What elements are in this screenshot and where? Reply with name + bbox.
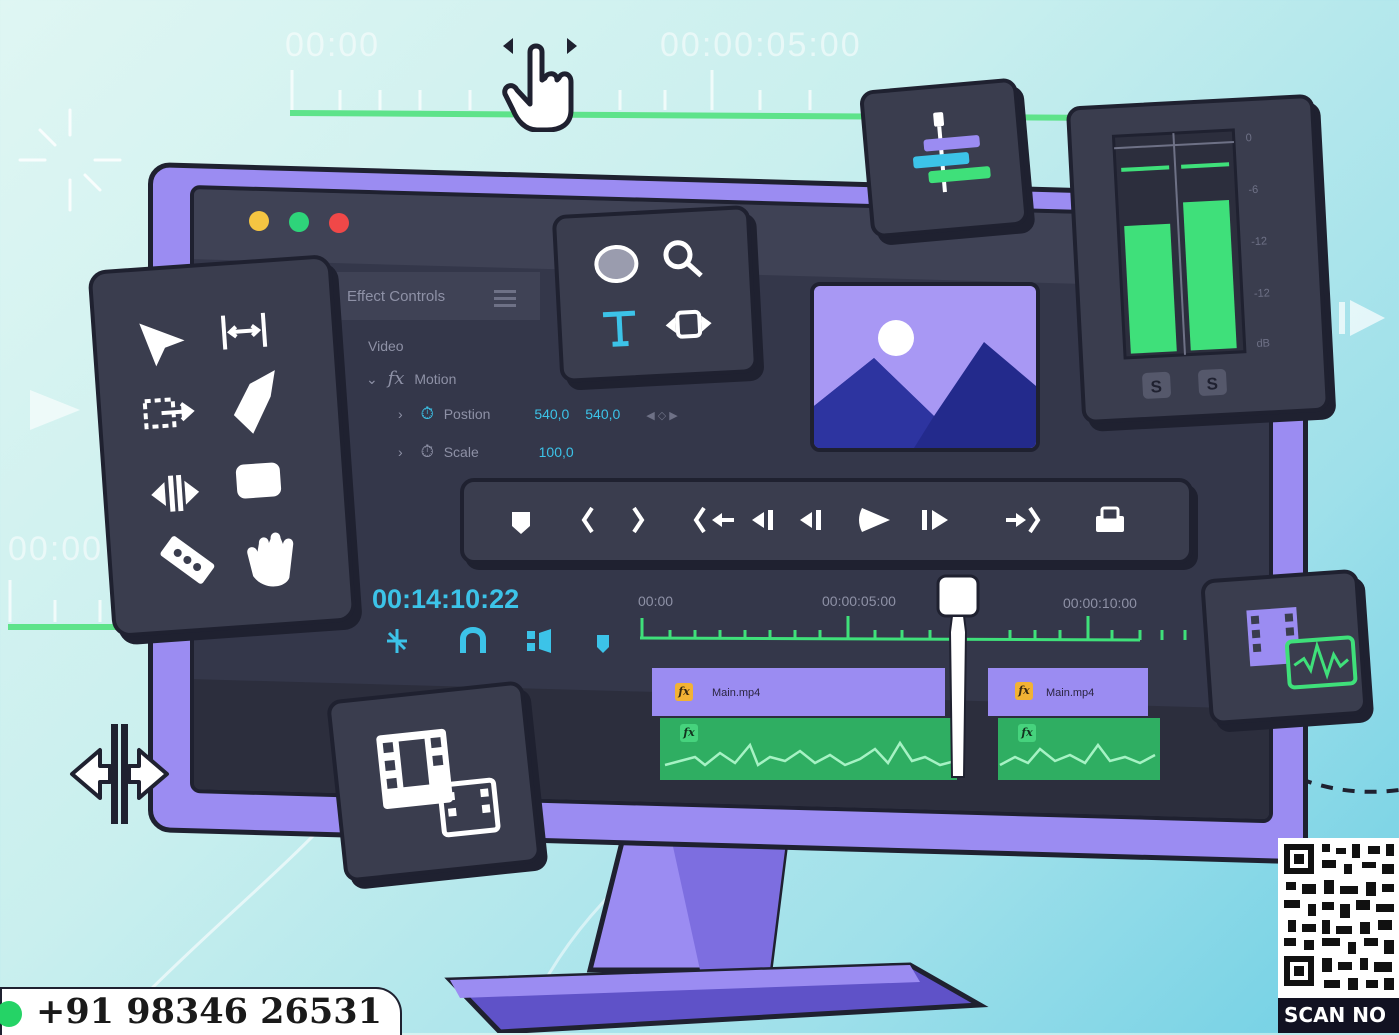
scale-value[interactable]: 100,0	[539, 444, 574, 460]
go-to-out-icon[interactable]	[1006, 506, 1041, 534]
meter-scale-3: -12	[1254, 287, 1271, 300]
linked-selection-icon[interactable]	[527, 629, 551, 653]
film-strip-icon	[376, 728, 501, 838]
chevron-down-icon: ⌄	[366, 371, 378, 387]
whatsapp-icon	[0, 1001, 22, 1027]
play-icon[interactable]	[859, 508, 890, 532]
window-minimize-dot[interactable]	[249, 211, 269, 231]
audio-meter-tile: 0 -6 -12 -12 dB S S	[1065, 93, 1331, 425]
position-label: Postion	[443, 406, 491, 422]
snap-icon[interactable]	[387, 629, 407, 653]
rectangle-icon[interactable]	[235, 462, 282, 499]
solo-label-left: S	[1150, 377, 1162, 397]
qr-code-block[interactable]: SCAN NO	[1278, 838, 1399, 1033]
window-controls	[249, 211, 349, 233]
audio-meter: 0 -6 -12 -12 dB S S	[1111, 128, 1271, 399]
clip-name: Main.mp4	[1046, 687, 1095, 699]
mark-out-icon[interactable]	[632, 506, 645, 534]
pen-icon[interactable]	[231, 370, 279, 435]
window-maximize-dot[interactable]	[289, 212, 309, 232]
meter-scale-2: -12	[1251, 235, 1268, 248]
film-tile	[325, 680, 543, 883]
ruler-label-2: 00:00:10:00	[1063, 595, 1137, 611]
video-section-label: Video	[368, 338, 404, 354]
type-icon[interactable]	[602, 310, 637, 347]
phone-number: +91 98346 26531	[36, 991, 382, 1032]
audio-clip-tile	[1200, 568, 1368, 726]
scale-row[interactable]: › ⏱ Scale 100,0	[398, 442, 574, 462]
chevron-right-icon: ›	[398, 406, 403, 422]
clip-fx-badge: fx	[1015, 682, 1033, 700]
ruler-label-0: 00:00	[638, 593, 674, 609]
ellipse-icon[interactable]	[594, 244, 639, 283]
solo-label-right: S	[1206, 374, 1218, 394]
position-row[interactable]: › ⏱ Postion 540,0 540,0 ◀ ◇ ▶	[398, 404, 678, 424]
stopwatch-icon: ⏱	[420, 442, 434, 461]
position-x-value[interactable]: 540,0	[534, 406, 569, 422]
keyframe-nav-icon[interactable]: ◀ ◇ ▶	[646, 410, 678, 422]
motion-label: Motion	[414, 371, 457, 387]
qr-caption: SCAN NO	[1278, 998, 1399, 1033]
selection-arrow-icon[interactable]	[139, 320, 186, 367]
program-preview[interactable]	[810, 282, 1040, 452]
track-select-icon[interactable]	[220, 312, 268, 350]
rate-stretch-icon[interactable]	[665, 309, 712, 339]
ripple-edit-icon[interactable]	[142, 397, 195, 430]
time-ruler[interactable]	[640, 610, 1200, 645]
audio-waveforms	[664, 740, 1156, 767]
qr-code	[1278, 838, 1399, 998]
meter-level-right	[1183, 199, 1237, 351]
timeline-marker-icon[interactable]	[597, 635, 609, 653]
stopwatch-icon: ⏱	[420, 404, 434, 423]
razor-icon[interactable]	[159, 535, 215, 585]
playhead[interactable]	[930, 572, 990, 787]
alignment-icon[interactable]	[909, 108, 992, 194]
phone-contact[interactable]: +91 98346 26531	[0, 987, 402, 1035]
panel-menu-icon[interactable]	[494, 288, 516, 308]
fx-icon: fx	[387, 368, 405, 389]
align-tile	[858, 77, 1030, 239]
effect-controls-title[interactable]: Effect Controls	[347, 288, 445, 305]
meter-scale-0: 0	[1245, 132, 1252, 144]
split-arrows-icon	[70, 724, 169, 824]
ruler-label-1: 00:00:05:00	[822, 593, 896, 609]
transport-bar	[460, 478, 1193, 564]
step-back-icon[interactable]	[800, 510, 821, 530]
step-forward-icon[interactable]	[922, 510, 948, 530]
motion-group[interactable]: ⌄ fx Motion	[366, 368, 456, 389]
export-frame-icon[interactable]	[1096, 506, 1124, 532]
scale-label: Scale	[443, 444, 479, 460]
zoom-icon[interactable]	[663, 240, 703, 278]
meter-level-left	[1124, 223, 1177, 354]
go-to-in-icon[interactable]	[693, 506, 734, 534]
add-marker-icon[interactable]	[512, 512, 530, 534]
video-clip-1[interactable]	[652, 668, 945, 716]
mark-in-icon[interactable]	[581, 506, 594, 534]
position-y-value[interactable]: 540,0	[585, 406, 620, 422]
hand-icon[interactable]	[246, 531, 296, 588]
film-audio-icon	[1246, 607, 1358, 690]
chevron-right-icon: ›	[398, 444, 403, 460]
image-placeholder-icon	[814, 320, 1036, 448]
tools-palette	[87, 253, 357, 639]
clip-name: Main.mp4	[712, 687, 761, 699]
pointer-hand-icon	[502, 38, 577, 132]
magnet-icon[interactable]	[460, 627, 486, 653]
meter-scale-1: -6	[1248, 184, 1258, 196]
timeline-tools	[387, 627, 609, 653]
slip-icon[interactable]	[150, 474, 200, 513]
timecode-display[interactable]: 00:14:10:22	[372, 584, 519, 615]
clip-fx-badge: fx	[675, 683, 693, 701]
window-close-button[interactable]	[329, 213, 349, 233]
shape-tools-tile	[551, 204, 759, 384]
meter-scale-4: dB	[1256, 337, 1270, 350]
